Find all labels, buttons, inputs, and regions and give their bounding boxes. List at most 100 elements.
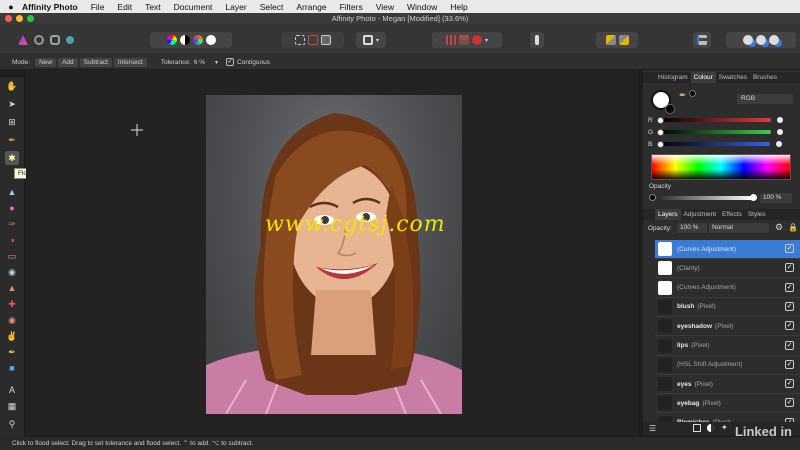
color-wheel-icon[interactable] [166, 35, 177, 45]
layer-visibility-checkbox[interactable]: ✓ [785, 301, 794, 311]
layer-row[interactable]: lips (Pixel) ✓ [655, 337, 800, 356]
secondary-colour-swatch[interactable] [665, 104, 675, 114]
flood-fill-tool-icon[interactable]: ▲ [5, 185, 19, 199]
layer-visibility-checkbox[interactable]: ✓ [785, 379, 794, 389]
mode-add-button[interactable]: Add [58, 57, 78, 67]
tab-brushes[interactable]: Brushes [750, 72, 780, 83]
green-channel-slider[interactable] [659, 130, 772, 134]
green-slider-knob[interactable] [657, 128, 664, 136]
pen-tool-icon[interactable]: ✒ [5, 345, 19, 359]
layer-visibility-checkbox[interactable]: ✓ [785, 282, 794, 292]
layer-row[interactable]: eyeshadow (Pixel) ✓ [655, 317, 800, 337]
opacity-slider[interactable] [661, 196, 753, 200]
marquee-icon[interactable] [295, 35, 305, 45]
assistant-button[interactable] [530, 32, 544, 48]
colour-spectrum[interactable] [651, 154, 791, 180]
colour-model-select[interactable]: RGB [737, 94, 793, 104]
hand-tool-icon[interactable]: ✋ [5, 79, 19, 93]
mode-new-button[interactable]: New [35, 57, 57, 67]
blue-channel-slider[interactable] [658, 142, 771, 146]
layer-row[interactable]: (Clarity) ✓ [655, 259, 800, 279]
zoom-tool-icon[interactable]: ⚲ [5, 417, 19, 431]
export-persona-icon[interactable] [66, 36, 74, 44]
intersect-shapes-icon[interactable] [769, 35, 779, 45]
tolerance-dropdown-icon[interactable]: ▾ [215, 59, 218, 66]
adjustment-layer-icon[interactable] [707, 424, 715, 432]
tab-colour[interactable]: Colour [690, 72, 716, 83]
layer-visibility-checkbox[interactable]: ✓ [785, 321, 794, 331]
menu-window[interactable]: Window [407, 2, 437, 12]
tab-effects[interactable]: Effects [719, 209, 745, 220]
dodge-tool-icon[interactable]: ◑ [5, 233, 19, 247]
contiguous-checkbox[interactable]: ✓ [226, 58, 235, 66]
tab-swatches[interactable]: Swatches [716, 72, 750, 83]
liquify-persona-icon[interactable] [34, 35, 44, 45]
layer-row[interactable]: eyes (Pixel) ✓ [655, 375, 800, 395]
align-button[interactable] [693, 32, 711, 48]
blend-mode-select[interactable]: Normal [709, 223, 769, 233]
layer-visibility-checkbox[interactable]: ✓ [785, 398, 794, 408]
invert-selection-icon[interactable] [321, 35, 331, 45]
smudge-tool-icon[interactable]: ✌ [5, 329, 19, 343]
flood-select-tool-icon[interactable]: ✱ [5, 151, 19, 165]
layer-visibility-checkbox[interactable]: ✓ [785, 244, 794, 253]
menu-arrange[interactable]: Arrange [296, 2, 326, 12]
layer-row[interactable]: (Curves Adjustment) ✓ [655, 240, 800, 259]
menu-layer[interactable]: Layer [225, 2, 246, 12]
menu-edit[interactable]: Edit [117, 2, 132, 12]
menu-text[interactable]: Text [145, 2, 161, 12]
tab-histogram[interactable]: Histogram [655, 72, 691, 83]
eyedropper-icon[interactable]: ✒ [679, 90, 687, 101]
grid-icon[interactable] [445, 35, 456, 45]
tolerance-value[interactable]: 6 % [194, 59, 205, 66]
crop-tool-icon[interactable]: ⊞ [5, 115, 19, 129]
photo-persona-icon[interactable] [18, 35, 28, 45]
layers-stack-icon[interactable]: ☰ [649, 424, 656, 433]
layer-visibility-checkbox[interactable]: ✓ [785, 263, 794, 273]
layer-settings-gear-icon[interactable]: ⚙ [775, 222, 783, 233]
subtract-shapes-icon[interactable] [756, 35, 766, 45]
layer-row[interactable]: eyebag (Pixel) ✓ [655, 394, 800, 414]
selection-brush-tool-icon[interactable]: ✒ [5, 133, 19, 147]
add-shapes-icon[interactable] [743, 35, 753, 45]
app-menu[interactable]: Affinity Photo [22, 2, 78, 12]
blur-tool-icon[interactable]: ◉ [5, 265, 19, 279]
develop-persona-icon[interactable] [50, 35, 60, 45]
clone-tool-icon[interactable]: ▲ [5, 281, 19, 295]
levels-icon[interactable] [179, 35, 190, 45]
menu-file[interactable]: File [91, 2, 105, 12]
gradient-tool-icon[interactable]: ● [5, 201, 19, 215]
layer-row[interactable]: (Curves Adjustment) ✓ [655, 279, 800, 298]
mesh-tool-icon[interactable]: ▦ [5, 399, 19, 413]
menu-document[interactable]: Document [174, 2, 213, 12]
mode-intersect-button[interactable]: Intersect [113, 57, 147, 67]
guides-icon[interactable] [458, 35, 469, 45]
mode-subtract-button[interactable]: Subtract [79, 57, 112, 67]
hsl-icon[interactable] [192, 35, 203, 45]
opacity-field[interactable]: 100 % [760, 193, 792, 203]
deselect-icon[interactable] [308, 35, 318, 45]
red-slider-knob[interactable] [657, 116, 664, 124]
magnet-icon[interactable] [471, 35, 482, 45]
layer-row[interactable]: blush (Pixel) ✓ [655, 298, 800, 317]
paint-brush-tool-icon[interactable]: ✑ [5, 217, 19, 231]
fx-icon[interactable]: ✦ [721, 423, 728, 432]
healing-brush-tool-icon[interactable]: ✚ [5, 297, 19, 311]
tab-adjustment[interactable]: Adjustment [681, 209, 720, 220]
opacity-slider-knob[interactable] [750, 194, 757, 201]
layers-opacity-field[interactable]: 100 % [677, 223, 707, 233]
blue-slider-knob[interactable] [657, 140, 664, 148]
menu-help[interactable]: Help [450, 2, 467, 12]
menu-select[interactable]: Select [260, 2, 284, 12]
white-balance-icon[interactable] [205, 35, 216, 45]
mask-layer-icon[interactable] [693, 424, 701, 432]
text-tool-icon[interactable]: A [5, 383, 19, 397]
red-channel-slider[interactable] [658, 118, 771, 122]
move-forward-icon[interactable] [618, 35, 629, 45]
quick-mask-dropdown[interactable]: ▾ [356, 32, 386, 48]
rectangle-tool-icon[interactable]: ■ [5, 361, 19, 375]
lock-icon[interactable]: 🔒 [788, 223, 798, 232]
move-back-icon[interactable] [605, 35, 616, 45]
menu-filters[interactable]: Filters [340, 2, 363, 12]
layer-visibility-checkbox[interactable]: ✓ [785, 359, 794, 369]
